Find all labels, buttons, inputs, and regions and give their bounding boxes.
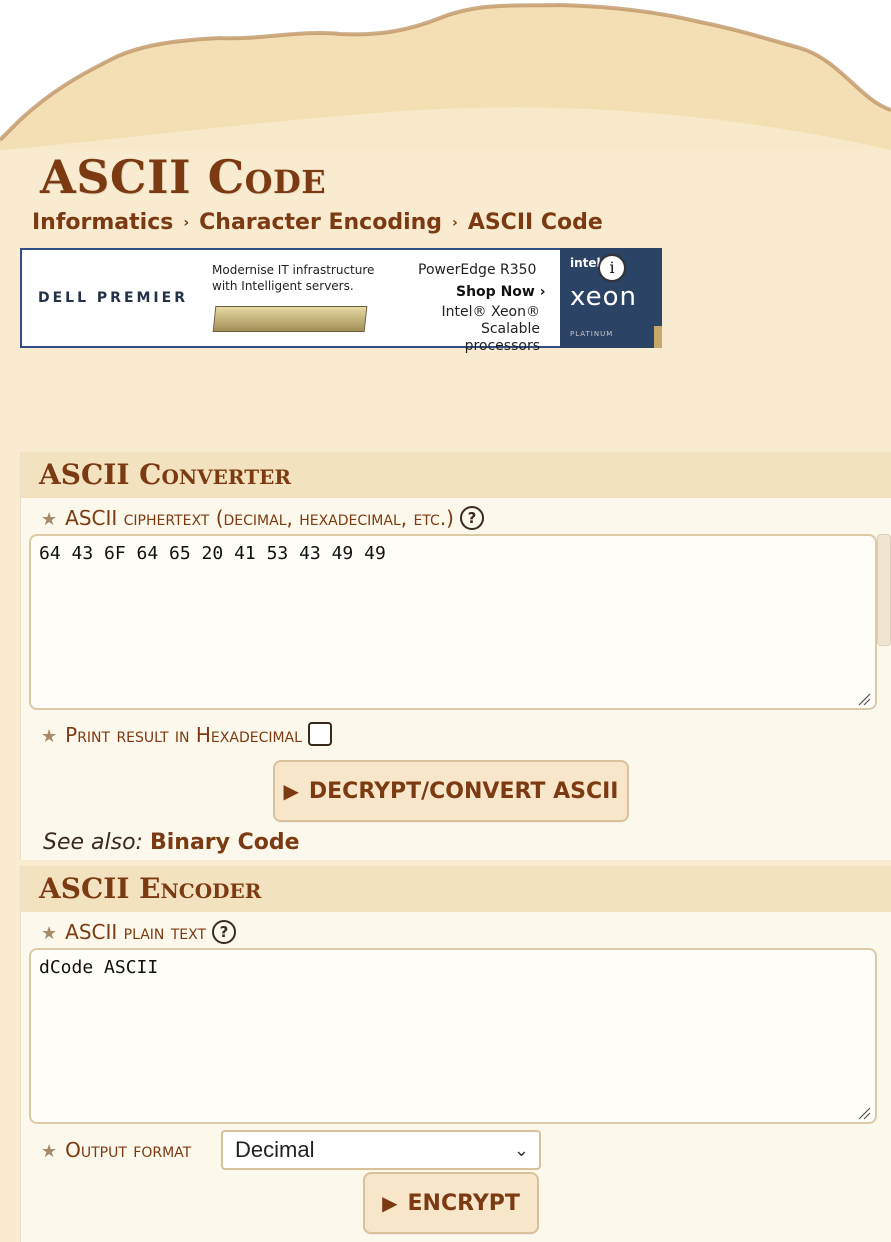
ascii-encoder-panel: ASCII Encoder ★ ASCII plain text? ★ Output… xyxy=(20,866,891,1242)
breadcrumb-ascii-code[interactable]: ASCII Code xyxy=(468,210,603,235)
gold-stripe xyxy=(654,326,662,348)
play-icon: ▶ xyxy=(283,779,299,803)
ad-processor-text: Intel® Xeon® Scalable processors xyxy=(406,304,540,355)
encoder-heading: ASCII Encoder xyxy=(21,866,891,912)
plaintext-input[interactable] xyxy=(29,948,877,1124)
star-icon: ★ xyxy=(41,923,58,944)
resize-grip-icon[interactable] xyxy=(857,1106,871,1120)
converter-heading: ASCII Converter xyxy=(21,452,891,498)
ad-model: PowerEdge R350 xyxy=(418,262,537,278)
intel-logo-text: intel xyxy=(570,256,601,270)
ad-shop-now-link[interactable]: Shop Now › xyxy=(456,284,545,300)
see-also: See also: Binary Code xyxy=(43,830,300,855)
encrypt-button-label: ENCRYPT xyxy=(407,1191,520,1216)
star-icon: ★ xyxy=(41,726,58,747)
breadcrumb-informatics[interactable]: Informatics xyxy=(32,210,173,235)
decrypt-convert-button[interactable]: ▶ DECRYPT/CONVERT ASCII xyxy=(273,760,629,822)
breadcrumb-separator-icon: › xyxy=(183,215,190,231)
plaintext-label: ★ ASCII plain text? xyxy=(41,920,237,944)
ciphertext-input[interactable] xyxy=(29,534,877,710)
torn-edge-decoration xyxy=(0,0,891,150)
ad-tagline: Modernise IT infrastructure with Intelli… xyxy=(212,263,375,293)
scrollbar[interactable] xyxy=(877,534,891,646)
star-icon: ★ xyxy=(41,1141,58,1162)
resize-grip-icon[interactable] xyxy=(857,692,871,706)
platinum-label: PLATINUM xyxy=(570,330,614,338)
output-format-label: ★ Output format xyxy=(41,1138,191,1162)
hex-checkbox[interactable] xyxy=(307,722,332,746)
star-icon: ★ xyxy=(41,509,58,530)
hex-option-label: ★ Print result in Hexadecimal xyxy=(41,722,332,747)
breadcrumb-character-encoding[interactable]: Character Encoding xyxy=(199,210,442,235)
encrypt-button[interactable]: ▶ ENCRYPT xyxy=(363,1172,539,1234)
ciphertext-label: ★ ASCII ciphertext (decimal, hexadecimal,… xyxy=(41,506,484,530)
decrypt-button-label: DECRYPT/CONVERT ASCII xyxy=(308,779,619,804)
ad-brand: DELL PREMIER xyxy=(38,290,188,306)
plaintext-label-text: ASCII plain text xyxy=(65,920,207,944)
ciphertext-label-text: ASCII ciphertext (decimal, hexadecimal, … xyxy=(65,506,454,530)
page-title: ASCII Code xyxy=(40,150,327,204)
ad-processor-line1: Intel® Xeon® xyxy=(441,304,540,320)
help-icon[interactable]: ? xyxy=(459,506,484,530)
breadcrumb: Informatics › Character Encoding › ASCII Cod… xyxy=(32,210,603,235)
see-also-prefix: See also: xyxy=(43,830,143,855)
xeon-wordmark: xeon xyxy=(570,282,637,312)
hex-option-text: Print result in Hexadecimal xyxy=(65,723,302,747)
advertisement-banner[interactable]: DELL PREMIER Modernise IT infrastructure… xyxy=(20,248,662,354)
torn-paper-header xyxy=(0,0,891,150)
output-format-value: Decimal xyxy=(235,1137,315,1162)
help-icon[interactable]: ? xyxy=(212,920,237,944)
server-image xyxy=(212,306,368,332)
ad-processor-line2: Scalable processors xyxy=(464,321,540,354)
chevron-down-icon: ⌄ xyxy=(513,1140,529,1160)
play-icon: ▶ xyxy=(382,1191,398,1215)
ascii-converter-panel: ASCII Converter ★ ASCII ciphertext (decim… xyxy=(20,452,891,860)
binary-code-link[interactable]: Binary Code xyxy=(150,830,300,855)
output-format-text: Output format xyxy=(65,1138,192,1162)
output-format-select[interactable]: Decimal ⌄ xyxy=(221,1130,541,1170)
breadcrumb-separator-icon: › xyxy=(452,215,458,231)
ad-info-icon[interactable]: i xyxy=(598,254,626,282)
